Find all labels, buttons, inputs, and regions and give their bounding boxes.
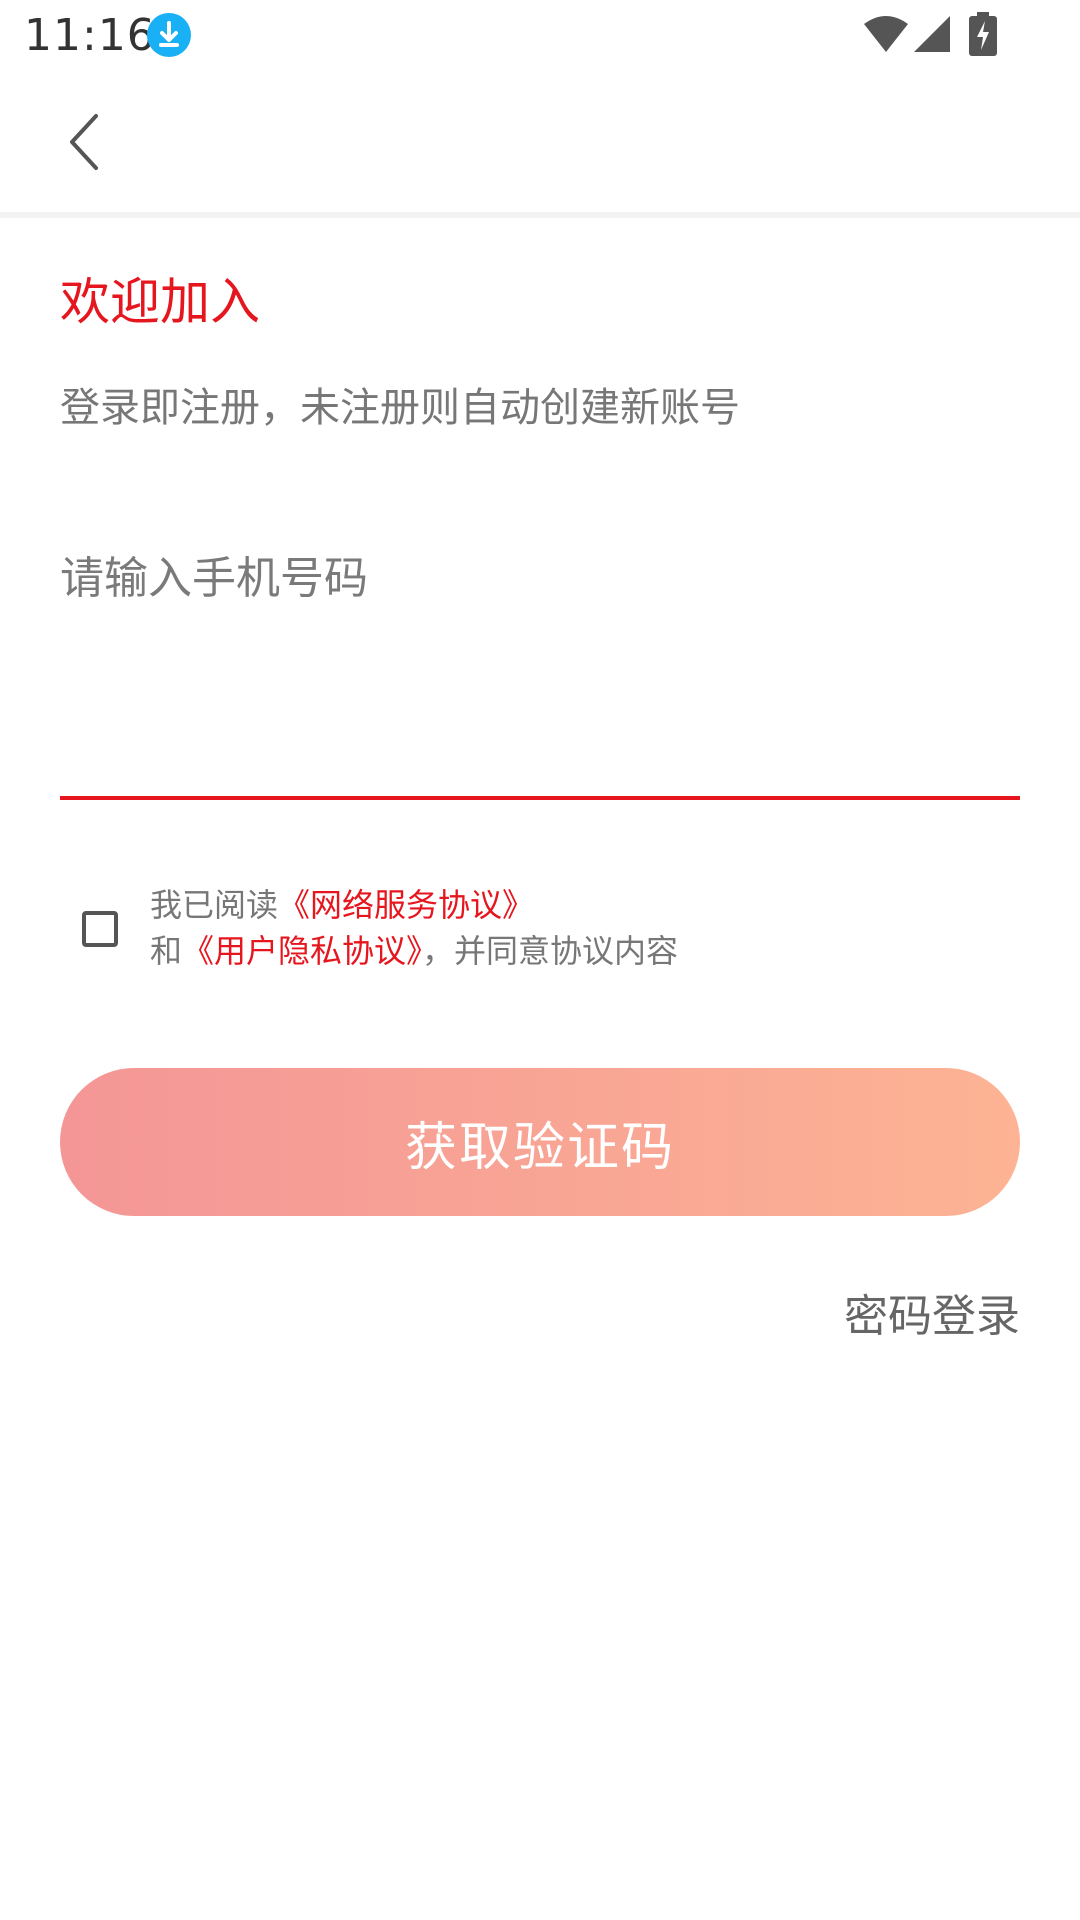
privacy-agreement-link[interactable]: 《用户隐私协议》 xyxy=(182,932,422,970)
welcome-subtitle: 登录即注册，未注册则自动创建新账号 xyxy=(60,385,740,431)
wifi-icon xyxy=(862,14,910,54)
login-screen: 11:16 欢迎加入 登录即注册，未注册则自动创建新账号 请输入手机号码 我已阅… xyxy=(0,0,1080,1920)
agreement-line-2: 和《用户隐私协议》，并同意协议内容 xyxy=(150,928,678,974)
battery-charging-icon xyxy=(968,12,998,56)
signal-icon xyxy=(912,14,952,54)
phone-input[interactable] xyxy=(60,540,1020,800)
agreement-checkbox[interactable] xyxy=(82,911,118,947)
chevron-left-icon xyxy=(70,114,98,170)
password-login-link[interactable]: 密码登录 xyxy=(844,1280,1020,1344)
back-button[interactable] xyxy=(56,102,116,182)
agreement-suffix: ，并同意协议内容 xyxy=(422,932,679,970)
status-bar: 11:16 xyxy=(0,0,1080,72)
status-time: 11:16 xyxy=(24,10,156,61)
download-icon xyxy=(146,12,192,58)
get-verification-code-button[interactable]: 获取验证码 xyxy=(60,1068,1020,1216)
header xyxy=(0,72,1080,218)
service-agreement-link[interactable]: 《网络服务协议》 xyxy=(278,886,534,924)
agreement-and: 和 xyxy=(150,932,183,970)
agreement-text: 我已阅读《网络服务协议》 和《用户隐私协议》，并同意协议内容 xyxy=(150,882,678,974)
agreement-line-1: 我已阅读《网络服务协议》 xyxy=(150,882,678,928)
agreement-prefix: 我已阅读 xyxy=(150,886,279,924)
welcome-title: 欢迎加入 xyxy=(60,273,260,331)
